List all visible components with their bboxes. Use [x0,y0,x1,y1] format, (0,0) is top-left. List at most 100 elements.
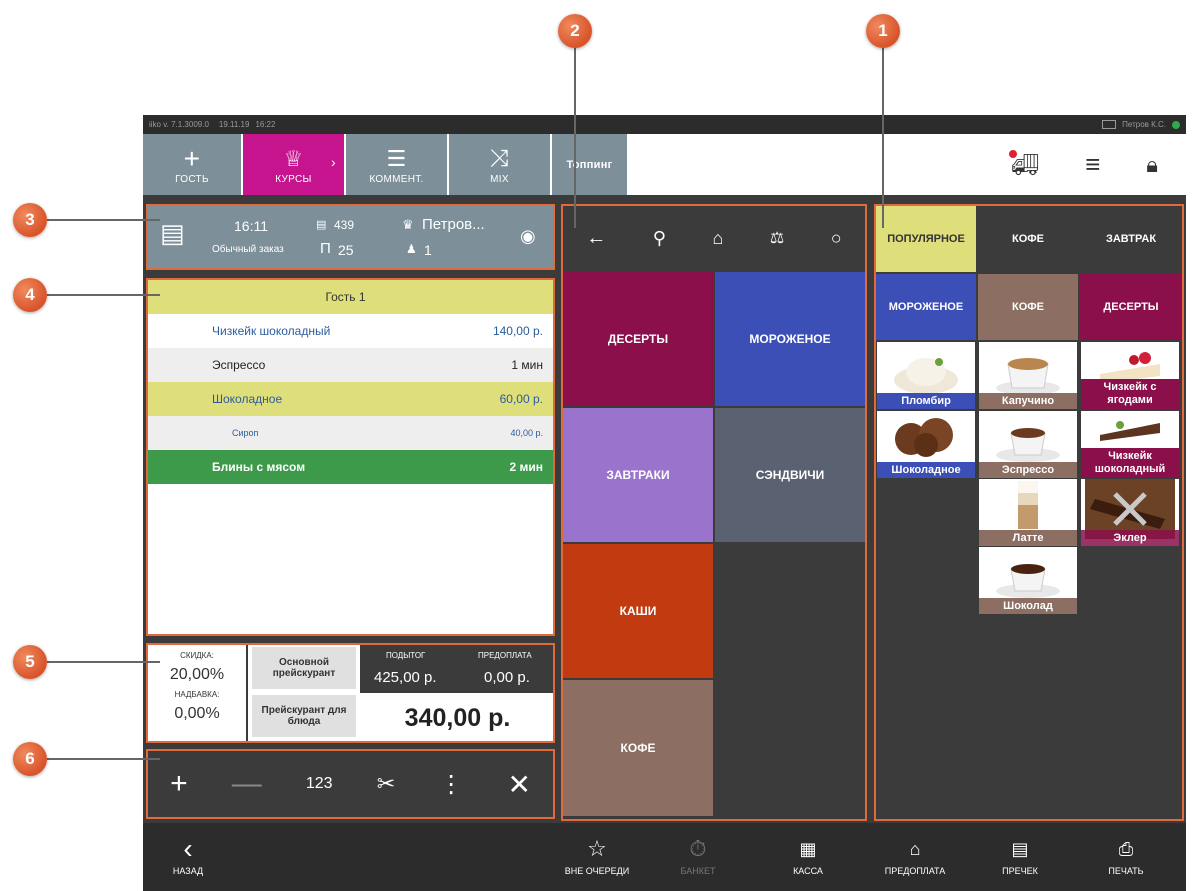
discount-label: СКИДКА: [180,651,214,660]
add-guest-button[interactable]: + ГОСТЬ [143,134,243,195]
order-row[interactable]: Шоколадное 60,00 р. [148,382,553,416]
category-sandwiches[interactable]: СЭНДВИЧИ [715,408,865,542]
guest-row[interactable]: Гость 1 [148,280,553,314]
tab-breakfast[interactable]: ЗАВТРАК [1080,206,1182,272]
split-icon[interactable]: ✂ [377,771,395,797]
cash-button[interactable]: ▦ КАССА [783,823,833,891]
precheck-button[interactable]: ▤ ПРЕЧЕК [995,823,1045,891]
discount-value: 20,00% [169,666,225,683]
banquet-button[interactable]: ⏱ БАНКЕТ [673,823,723,891]
product-cheesecake-berries[interactable]: Чизкейк с ягодами [1081,342,1179,409]
quantity-button[interactable]: 123 [306,775,333,793]
category-label: КАШИ [619,604,657,618]
print-button[interactable]: ⎙ ПЕЧАТЬ [1101,823,1151,891]
latte-image [1018,481,1038,529]
product-label: Латте [979,530,1077,546]
print-label: ПЕЧАТЬ [1108,866,1144,876]
close-icon[interactable]: ✕ [507,768,530,801]
product-label: Чизкейк с ягодами [1081,379,1179,409]
category-ice-cream[interactable]: МОРОЖЕНОЕ [715,272,865,406]
minus-icon[interactable]: — [232,767,262,801]
search-icon[interactable]: ⚲ [653,228,666,249]
product-latte[interactable]: Латте [979,479,1077,546]
modifier-row[interactable]: Сироп 40,00 р. [148,416,553,450]
dish-price-list-label: Прейскурант для блюда [261,705,347,727]
order-list: Гость 1 Чизкейк шоколадный 140,00 р. Эсп… [146,278,555,636]
product-label: Шоколадное [877,462,975,478]
comment-label: КОММЕНТ. [369,174,424,185]
product-plombir[interactable]: Пломбир [877,342,975,409]
scale-icon[interactable]: ⚖ [770,228,784,248]
callout-4-line [47,294,160,296]
category-desserts[interactable]: ДЕСЕРТЫ [563,272,713,406]
callout-5-line [47,661,160,663]
ice-cream-image [894,358,958,394]
back-arrow-icon[interactable]: ← [586,227,606,250]
plus-icon[interactable]: + [170,767,188,801]
plus-icon: + [183,143,201,174]
order-row[interactable]: Эспрессо 1 мин [148,348,553,382]
product-hot-chocolate[interactable]: Шоколад [979,547,1077,614]
cash-label: КАССА [793,866,823,876]
category-breakfast[interactable]: ЗАВТРАКИ [563,408,713,542]
callout-2-line [574,48,576,228]
precheck-label: ПРЕЧЕК [1002,866,1038,876]
circle-icon[interactable]: ○ [831,228,842,249]
modifier-name: Сироп [232,428,259,438]
product-espresso[interactable]: Эспрессо [979,411,1077,478]
table-number: 25 [338,242,354,258]
callout-3-line [47,219,160,221]
comment-button[interactable]: ☰ КОММЕНТ. [346,134,449,195]
group-desserts[interactable]: ДЕСЕРТЫ [1080,274,1182,340]
tab-coffee[interactable]: КОФЕ [978,206,1078,272]
cash-register-icon: ▦ [799,839,817,859]
guest-label: Гость 1 [325,290,366,304]
order-list-icon: ▤ [160,218,185,248]
product-label: Пломбир [877,393,975,409]
chef-hat-icon: ♕ [283,146,304,171]
product-label: Капучино [979,393,1077,409]
product-cappuccino[interactable]: Капучино [979,342,1077,409]
group-coffee[interactable]: КОФЕ [978,274,1078,340]
back-label: НАЗАД [172,866,204,876]
more-icon[interactable]: ⋮ [439,770,463,799]
item-time: 1 мин [511,358,543,372]
pos-app: iiko v. 7.1.3009.0 19.11.19 16:22 Петров… [143,115,1186,891]
markup-value: 0,00% [174,705,220,722]
prepayment-button[interactable]: ⌂ ПРЕДОПЛАТА [877,823,953,891]
topping-button[interactable]: Топпинг [552,134,629,195]
mix-button[interactable]: ⤨ MIX [449,134,552,195]
group-ice-cream[interactable]: МОРОЖЕНОЕ [876,274,976,340]
home-icon[interactable]: ⌂ [713,228,724,249]
courses-button[interactable]: ♕ КУРСЫ › [243,134,346,195]
discount-cell[interactable]: СКИДКА: 20,00% НАДБАВКА: 0,00% [148,645,248,741]
order-row[interactable]: Чизкейк шоколадный 140,00 р. [148,314,553,348]
markup-label: НАДБАВКА: [174,690,220,699]
out-of-queue-button[interactable]: ☆ ВНЕ ОЧЕРЕДИ [559,823,635,891]
tab-label: ПОПУЛЯРНОЕ [887,233,965,245]
star-icon: ☆ [587,836,607,861]
category-porridge[interactable]: КАШИ [563,544,713,678]
comment-icon: ☰ [386,146,407,171]
category-coffee[interactable]: КОФЕ [563,680,713,816]
mail-icon[interactable] [1102,120,1117,129]
lock-icon[interactable]: 🔒︎ [1146,152,1158,178]
back-button[interactable]: ‹ НАЗАД [163,823,213,891]
eye-icon[interactable]: ◉ [520,226,536,247]
printer-icon: ⎙ [1118,839,1134,859]
product-cheesecake-chocolate[interactable]: Чизкейк шоколадный [1081,411,1179,478]
subtotal-label: ПОДЫТОГ [386,651,426,660]
product-eclair[interactable]: Эклер [1081,479,1179,546]
order-header[interactable]: ▤ 16:11 Обычный заказ ▤ 439 Π 25 ♛ Петро… [146,204,555,270]
category-label: КОФЕ [620,741,656,755]
truck-icon[interactable]: 🚚︎ [1009,149,1039,178]
subtotal-value: 425,00 р. [374,669,437,686]
main-price-list-button[interactable]: Основной прейскурант [252,647,356,689]
order-row[interactable]: Блины с мясом 2 мин [148,450,553,484]
product-chocolate-ice-cream[interactable]: Шоколадное [877,411,975,478]
dish-price-list-button[interactable]: Прейскурант для блюда [252,695,356,737]
tab-popular[interactable]: ПОПУЛЯРНОЕ [876,206,976,272]
notification-dot [1009,149,1018,158]
menu-icon[interactable]: ≡ [1085,149,1100,180]
product-label: Эспрессо [979,462,1077,478]
